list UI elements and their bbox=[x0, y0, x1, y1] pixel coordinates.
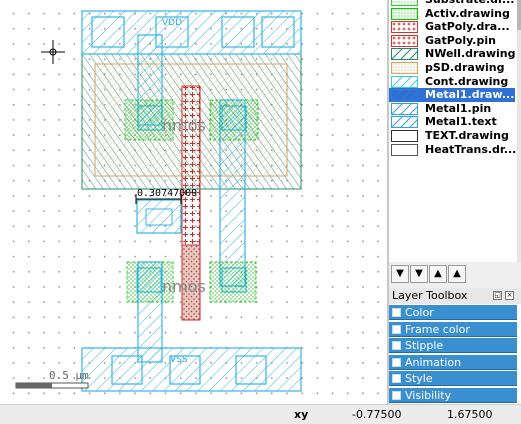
move-layer-up-icon[interactable]: ▲ bbox=[448, 265, 466, 283]
output-metal bbox=[219, 99, 246, 287]
toolbox-section-label: Color bbox=[405, 306, 434, 319]
pmos-label: nmos bbox=[162, 116, 206, 135]
expand-checkbox[interactable] bbox=[392, 357, 401, 367]
layer-swatch-icon[interactable] bbox=[391, 0, 418, 6]
layer-name: Cont.drawing bbox=[425, 74, 509, 88]
toolbox-section-label: Frame color bbox=[405, 322, 470, 336]
move-layer-up-icon[interactable]: ▲ bbox=[429, 265, 447, 283]
toolbox-section-color[interactable]: Color bbox=[389, 305, 517, 320]
close-icon[interactable]: × bbox=[505, 291, 514, 300]
layer-name: pSD.drawing bbox=[425, 61, 505, 74]
layer-row[interactable]: pSD.drawing bbox=[389, 61, 515, 75]
toolbox-section-visibility[interactable]: Visibility bbox=[389, 387, 517, 403]
layer-name: GatPoly.dra... bbox=[425, 20, 510, 34]
layer-row[interactable]: GatPoly.dra... bbox=[389, 20, 515, 34]
toolbox-section-label: Visibility bbox=[405, 388, 452, 402]
crosshair-cursor bbox=[41, 40, 65, 64]
scrollbar-thumb[interactable] bbox=[517, 0, 521, 30]
layer-swatch-icon[interactable] bbox=[391, 143, 418, 156]
layer-list[interactable]: Substrate.dr...Activ.drawingGatPoly.dra.… bbox=[389, 0, 517, 262]
layer-name: GatPoly.pin bbox=[425, 33, 496, 47]
layer-row[interactable]: HeatTrans.dr... bbox=[389, 142, 517, 157]
vdd-label: VDD bbox=[162, 18, 182, 28]
move-layer-down-icon[interactable]: ▼ bbox=[391, 265, 409, 283]
layer-swatch-icon[interactable] bbox=[391, 102, 418, 115]
layer-swatch-icon[interactable] bbox=[391, 21, 418, 34]
move-layer-down-icon[interactable]: ▼ bbox=[410, 265, 428, 283]
toolbox-section-label: Animation bbox=[405, 355, 462, 369]
layer-row[interactable]: NWell.drawing bbox=[389, 47, 516, 61]
scale-bar-label: 0.5 µm bbox=[49, 369, 89, 382]
layer-swatch-icon[interactable] bbox=[391, 130, 418, 142]
ruler-value: 0.30747009 bbox=[137, 188, 197, 199]
layer-swatch-icon[interactable] bbox=[391, 116, 418, 129]
expand-checkbox[interactable] bbox=[392, 390, 401, 400]
layer-name: Metal1.text bbox=[425, 115, 497, 129]
layer-toolbox-title: Layer Toolbox bbox=[392, 289, 468, 302]
layer-name: TEXT.drawing bbox=[425, 129, 509, 142]
layer-list-scrollbar[interactable] bbox=[517, 0, 521, 262]
layer-swatch-icon[interactable] bbox=[391, 62, 418, 74]
layout-drawing: 0.30747009 VDD nmos nmos VSS 0.5 µm bbox=[15, 10, 302, 392]
layer-move-buttons: ▼ ▼ ▲ ▲ bbox=[389, 262, 521, 288]
layout-canvas[interactable]: 0.30747009 VDD nmos nmos VSS 0.5 µm bbox=[0, 0, 387, 404]
layer-name: HeatTrans.dr... bbox=[425, 142, 517, 156]
vss-label: VSS bbox=[170, 355, 188, 365]
layer-swatch-icon[interactable] bbox=[391, 34, 418, 47]
toolbox-section-label: Style bbox=[405, 372, 433, 385]
layer-swatch-icon[interactable] bbox=[391, 7, 418, 20]
layer-row[interactable]: GatPoly.pin bbox=[389, 34, 515, 48]
layer-row[interactable]: Metal1.pin bbox=[389, 102, 515, 116]
expand-checkbox[interactable] bbox=[392, 324, 401, 334]
expand-checkbox[interactable] bbox=[392, 308, 401, 317]
x-coordinate: -0.77500 bbox=[352, 408, 402, 421]
expand-checkbox[interactable] bbox=[392, 374, 401, 383]
input-pin-fill bbox=[146, 209, 172, 225]
layer-name: NWell.drawing bbox=[425, 47, 516, 61]
layer-toolbox-header: Layer Toolbox ◱ × bbox=[389, 288, 521, 304]
layer-swatch-icon[interactable] bbox=[391, 48, 418, 61]
y-coordinate: 1.67500 bbox=[447, 408, 493, 421]
layer-name: Activ.drawing bbox=[425, 6, 510, 20]
toolbox-section-label: Stipple bbox=[405, 339, 444, 352]
layer-swatch-icon[interactable] bbox=[391, 89, 418, 102]
nmos-contact-right bbox=[221, 267, 247, 293]
toolbox-section-style[interactable]: Style bbox=[389, 371, 517, 386]
status-bar: xy -0.77500 1.67500 bbox=[0, 404, 521, 424]
layer-swatch-icon[interactable] bbox=[391, 75, 418, 88]
scale-bar-fill bbox=[16, 383, 52, 388]
layer-row[interactable]: Cont.drawing bbox=[389, 75, 515, 89]
layer-row[interactable]: Activ.drawing bbox=[389, 7, 515, 21]
expand-checkbox[interactable] bbox=[392, 341, 401, 350]
layer-name: Metal1.draw... bbox=[425, 88, 515, 102]
layer-row[interactable]: TEXT.drawing bbox=[389, 129, 515, 143]
nmos-source-metal bbox=[137, 261, 163, 363]
pmos-contact-left bbox=[137, 105, 163, 131]
layer-name: Metal1.pin bbox=[425, 101, 492, 115]
layer-row[interactable]: Metal1.draw... bbox=[389, 88, 515, 103]
layer-row[interactable]: Metal1.text bbox=[389, 115, 515, 129]
float-icon[interactable]: ◱ bbox=[493, 291, 502, 300]
toolbox-section-frame-color[interactable]: Frame color bbox=[389, 321, 517, 337]
toolbox-section-stipple[interactable]: Stipple bbox=[389, 338, 517, 353]
coordinate-label: xy bbox=[294, 408, 309, 421]
toolbox-section-animation[interactable]: Animation bbox=[389, 354, 517, 370]
nmos-label: nmos bbox=[162, 277, 206, 296]
